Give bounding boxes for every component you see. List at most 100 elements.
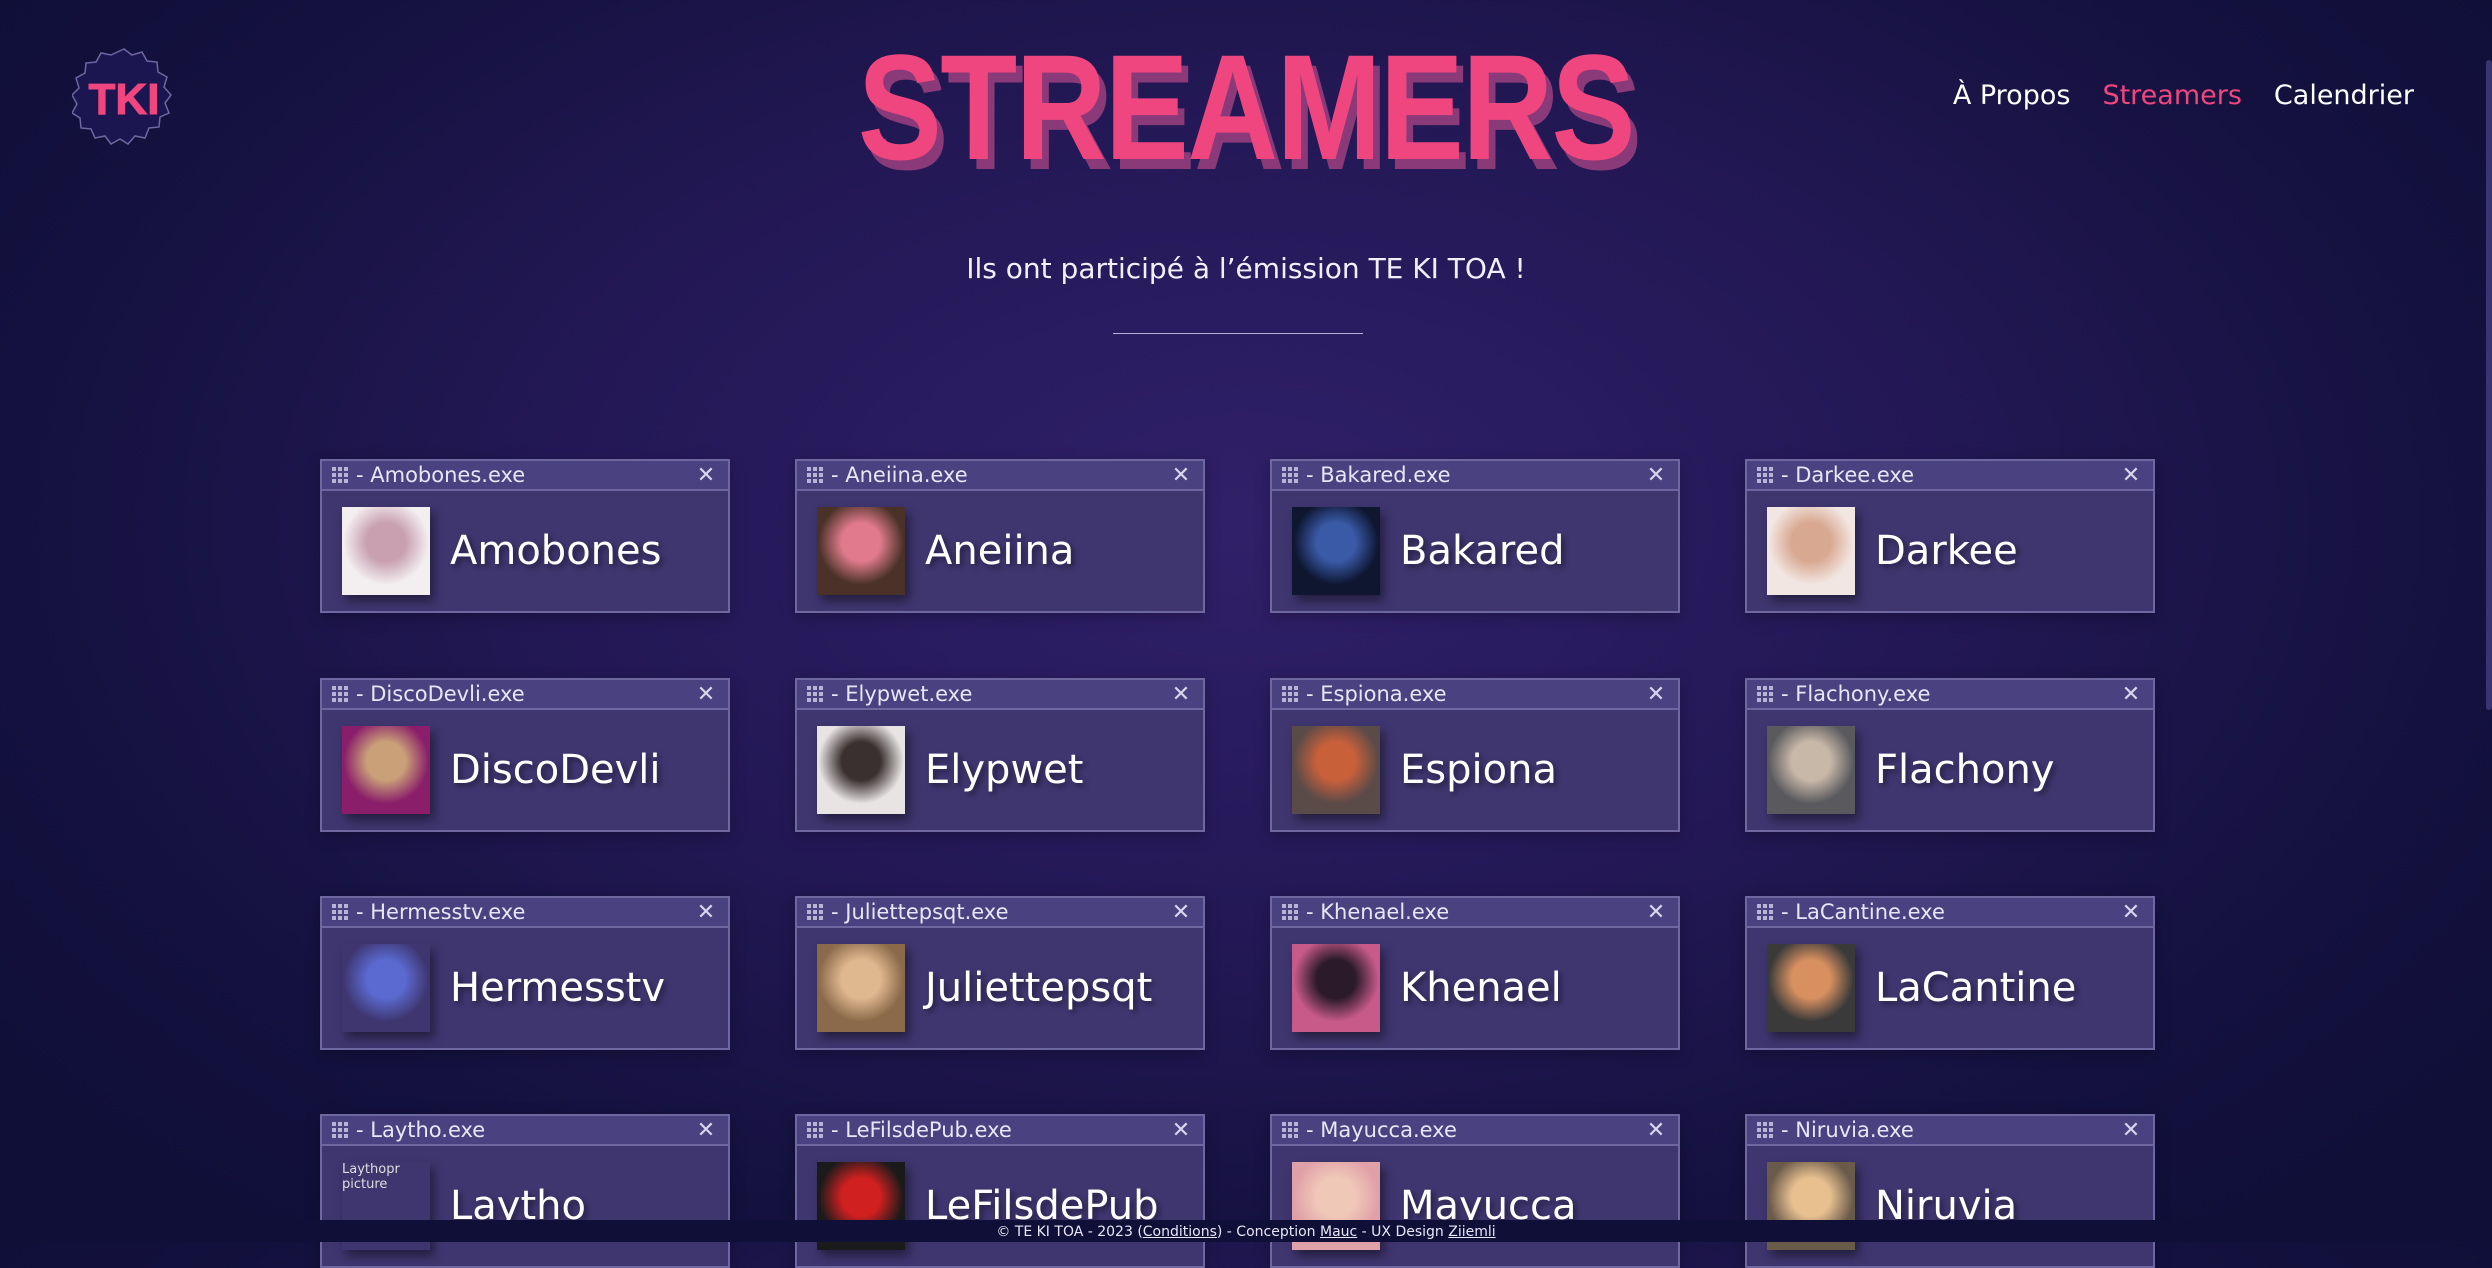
streamer-card[interactable]: - Espiona.exe ✕ Espiona: [1270, 678, 1680, 832]
grip-icon[interactable]: [1282, 686, 1298, 702]
streamer-card[interactable]: - LaCantine.exe ✕ LaCantine: [1745, 896, 2155, 1050]
close-icon[interactable]: ✕: [1644, 900, 1668, 925]
window-title-bar[interactable]: - DiscoDevli.exe ✕: [322, 680, 728, 710]
close-icon[interactable]: ✕: [1169, 900, 1193, 925]
window-title-bar[interactable]: - Mayucca.exe ✕: [1272, 1116, 1678, 1146]
streamer-avatar: [1292, 944, 1380, 1032]
streamer-card[interactable]: - Laytho.exe ✕ Laythopr picture Laytho: [320, 1114, 730, 1268]
window-title: - LeFilsdePub.exe: [831, 1118, 1012, 1142]
close-icon[interactable]: ✕: [694, 1118, 718, 1143]
streamer-name[interactable]: Khenael: [1400, 965, 1562, 1011]
streamer-avatar: [342, 726, 430, 814]
streamer-card[interactable]: - Bakared.exe ✕ Bakared: [1270, 459, 1680, 613]
streamer-name[interactable]: Aneiina: [925, 528, 1074, 574]
close-icon[interactable]: ✕: [1169, 463, 1193, 488]
window-title-bar[interactable]: - Darkee.exe ✕: [1747, 461, 2153, 491]
grip-icon[interactable]: [1282, 904, 1298, 920]
streamer-card[interactable]: - Flachony.exe ✕ Flachony: [1745, 678, 2155, 832]
streamer-name[interactable]: Elypwet: [925, 747, 1083, 793]
grip-icon[interactable]: [807, 904, 823, 920]
streamer-name[interactable]: Juliettepsqt: [925, 965, 1152, 1011]
nav-link-about[interactable]: À Propos: [1953, 80, 2071, 111]
window-title: - Laytho.exe: [356, 1118, 486, 1142]
grip-icon[interactable]: [1282, 467, 1298, 483]
grip-icon[interactable]: [1757, 467, 1773, 483]
streamer-card[interactable]: - Hermesstv.exe ✕ Hermesstv: [320, 896, 730, 1050]
close-icon[interactable]: ✕: [694, 682, 718, 707]
window-title-bar[interactable]: - Amobones.exe ✕: [322, 461, 728, 491]
window-title-bar[interactable]: - Elypwet.exe ✕: [797, 680, 1203, 710]
window-title-bar[interactable]: - Espiona.exe ✕: [1272, 680, 1678, 710]
close-icon[interactable]: ✕: [1169, 682, 1193, 707]
window-title-bar[interactable]: - Niruvia.exe ✕: [1747, 1116, 2153, 1146]
grip-icon[interactable]: [332, 1122, 348, 1138]
window-title-bar[interactable]: - LaCantine.exe ✕: [1747, 898, 2153, 928]
window-title: - Darkee.exe: [1781, 463, 1915, 487]
streamer-card[interactable]: - Khenael.exe ✕ Khenael: [1270, 896, 1680, 1050]
close-icon[interactable]: ✕: [1644, 1118, 1668, 1143]
close-icon[interactable]: ✕: [2119, 682, 2143, 707]
streamer-name[interactable]: DiscoDevli: [450, 747, 661, 793]
grip-icon[interactable]: [332, 904, 348, 920]
footer-conception-label: ) - Conception: [1216, 1224, 1320, 1240]
footer-designer-link[interactable]: Mauc: [1320, 1224, 1357, 1240]
footer-ux-designer-link[interactable]: Ziiemli: [1448, 1224, 1495, 1240]
streamer-avatar: [1292, 507, 1380, 595]
window-title-bar[interactable]: - Bakared.exe ✕: [1272, 461, 1678, 491]
grip-icon[interactable]: [1282, 1122, 1298, 1138]
window-title: - LaCantine.exe: [1781, 900, 1945, 924]
window-title-bar[interactable]: - Aneiina.exe ✕: [797, 461, 1203, 491]
streamer-avatar: [817, 944, 905, 1032]
close-icon[interactable]: ✕: [1644, 682, 1668, 707]
window-title-bar[interactable]: - Flachony.exe ✕: [1747, 680, 2153, 710]
grip-icon[interactable]: [1757, 904, 1773, 920]
streamer-name[interactable]: Amobones: [450, 528, 661, 574]
streamer-card[interactable]: - Niruvia.exe ✕ Niruvia: [1745, 1114, 2155, 1268]
streamer-card[interactable]: - LeFilsdePub.exe ✕ LeFilsdePub: [795, 1114, 1205, 1268]
streamer-name[interactable]: Hermesstv: [450, 965, 665, 1011]
scrollbar[interactable]: [2486, 60, 2492, 710]
close-icon[interactable]: ✕: [2119, 900, 2143, 925]
streamer-name[interactable]: Darkee: [1875, 528, 2018, 574]
nav-link-calendar[interactable]: Calendrier: [2274, 80, 2414, 111]
main-nav: À Propos Streamers Calendrier: [1953, 80, 2414, 111]
streamer-card[interactable]: - Elypwet.exe ✕ Elypwet: [795, 678, 1205, 832]
streamer-name[interactable]: LaCantine: [1875, 965, 2076, 1011]
window-title: - Espiona.exe: [1306, 682, 1447, 706]
grip-icon[interactable]: [1757, 686, 1773, 702]
window-title-bar[interactable]: - Juliettepsqt.exe ✕: [797, 898, 1203, 928]
streamer-card[interactable]: - Mayucca.exe ✕ Mayucca: [1270, 1114, 1680, 1268]
close-icon[interactable]: ✕: [1169, 1118, 1193, 1143]
grip-icon[interactable]: [807, 467, 823, 483]
streamer-name[interactable]: Flachony: [1875, 747, 2054, 793]
streamer-card[interactable]: - Aneiina.exe ✕ Aneiina: [795, 459, 1205, 613]
streamer-card[interactable]: - Amobones.exe ✕ Amobones: [320, 459, 730, 613]
streamer-avatar: [817, 726, 905, 814]
window-title: - Khenael.exe: [1306, 900, 1450, 924]
footer-conditions-link[interactable]: Conditions: [1143, 1224, 1217, 1240]
grip-icon[interactable]: [1757, 1122, 1773, 1138]
streamer-card[interactable]: - Darkee.exe ✕ Darkee: [1745, 459, 2155, 613]
grip-icon[interactable]: [332, 467, 348, 483]
close-icon[interactable]: ✕: [694, 463, 718, 488]
close-icon[interactable]: ✕: [2119, 1118, 2143, 1143]
window-title-bar[interactable]: - Laytho.exe ✕: [322, 1116, 728, 1146]
close-icon[interactable]: ✕: [694, 900, 718, 925]
window-title: - Elypwet.exe: [831, 682, 973, 706]
window-title-bar[interactable]: - Khenael.exe ✕: [1272, 898, 1678, 928]
footer: © TE KI TOA - 2023 (Conditions) - Concep…: [0, 1220, 2492, 1242]
grip-icon[interactable]: [332, 686, 348, 702]
grip-icon[interactable]: [807, 686, 823, 702]
window-title-bar[interactable]: - LeFilsdePub.exe ✕: [797, 1116, 1203, 1146]
close-icon[interactable]: ✕: [2119, 463, 2143, 488]
close-icon[interactable]: ✕: [1644, 463, 1668, 488]
streamer-name[interactable]: Bakared: [1400, 528, 1565, 574]
streamer-card[interactable]: - DiscoDevli.exe ✕ DiscoDevli: [320, 678, 730, 832]
window-title-bar[interactable]: - Hermesstv.exe ✕: [322, 898, 728, 928]
window-title: - Amobones.exe: [356, 463, 526, 487]
footer-copyright: © TE KI TOA - 2023 (: [996, 1224, 1143, 1240]
nav-link-streamers[interactable]: Streamers: [2102, 80, 2241, 111]
streamer-card[interactable]: - Juliettepsqt.exe ✕ Juliettepsqt: [795, 896, 1205, 1050]
grip-icon[interactable]: [807, 1122, 823, 1138]
streamer-name[interactable]: Espiona: [1400, 747, 1557, 793]
